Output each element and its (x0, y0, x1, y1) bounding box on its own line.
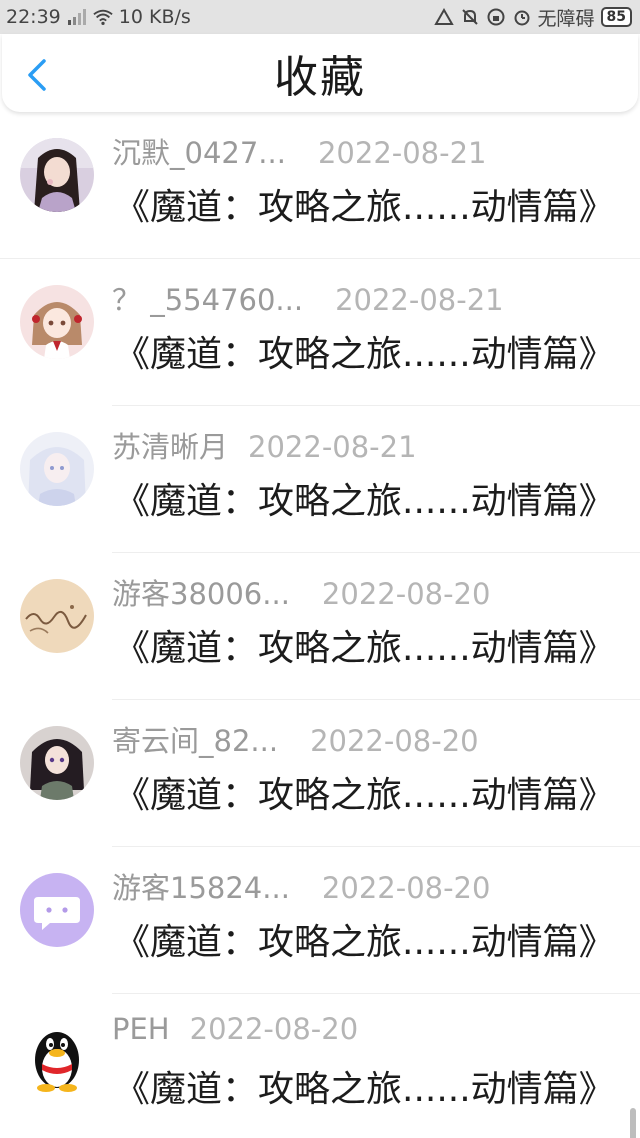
item-meta: 苏清晰月 2022-08-21 (112, 424, 417, 466)
user-name[interactable]: 沉默_0427... (112, 130, 286, 172)
scrollbar[interactable] (630, 1108, 636, 1138)
list-item[interactable]: 苏清晰月 2022-08-21 《魔道：攻略之旅......动情篇》 (0, 406, 640, 553)
item-meta: PEH 2022-08-20 (112, 1012, 358, 1046)
item-meta: 游客15824... 2022-08-20 (112, 865, 490, 907)
muted-bell-icon (460, 7, 480, 27)
item-meta: 沉默_0427... 2022-08-21 (112, 130, 487, 172)
app-header: 收藏 (2, 34, 638, 112)
sand-writing-icon (20, 579, 94, 653)
list-item[interactable]: PEH 2022-08-20 《魔道：攻略之旅......动情篇》 (0, 994, 640, 1138)
favorites-list: 沉默_0427... 2022-08-21 《魔道：攻略之旅......动情篇》… (0, 112, 640, 1138)
accessibility-label: 无障碍 (537, 7, 595, 30)
item-date: 2022-08-21 (248, 430, 417, 464)
chat-bubble-icon (20, 873, 94, 947)
status-bar: 22:39 10 KB/s 无障碍 85 (0, 0, 640, 34)
dark-anime-girl-icon (20, 726, 94, 800)
item-meta: ？ _554760... 2022-08-21 (112, 277, 504, 319)
battery-icon: 85 (600, 7, 632, 27)
list-item[interactable]: 游客15824... 2022-08-20 《魔道：攻略之旅......动情篇》 (0, 847, 640, 994)
item-meta: 游客38006... 2022-08-20 (112, 571, 490, 613)
avatar[interactable] (20, 579, 94, 653)
avatar[interactable] (20, 138, 94, 212)
avatar[interactable] (20, 432, 94, 506)
status-time: 22:39 (6, 6, 61, 28)
alarm-icon (512, 7, 532, 27)
list-item[interactable]: 游客38006... 2022-08-20 《魔道：攻略之旅......动情篇》 (0, 553, 640, 700)
item-date: 2022-08-20 (321, 577, 491, 611)
avatar[interactable] (20, 726, 94, 800)
item-date: 2022-08-21 (317, 136, 487, 170)
book-title[interactable]: 《魔道：攻略之旅......动情篇》 (114, 619, 615, 671)
white-hair-girl-icon (20, 432, 94, 506)
book-title[interactable]: 《魔道：攻略之旅......动情篇》 (114, 766, 615, 818)
book-title[interactable]: 《魔道：攻略之旅......动情篇》 (114, 325, 615, 377)
user-name[interactable]: PEH (112, 1012, 170, 1046)
lock-icon (486, 7, 506, 27)
list-item[interactable]: 寄云间_82... 2022-08-20 《魔道：攻略之旅......动情篇》 (0, 700, 640, 847)
item-meta: 寄云间_82... 2022-08-20 (112, 718, 479, 760)
avatar[interactable] (20, 873, 94, 947)
penguin-icon (20, 1020, 94, 1094)
signal-icon (67, 7, 87, 27)
net-speed: 10 KB/s (118, 6, 191, 28)
item-date: 2022-08-20 (189, 1012, 359, 1046)
item-date: 2022-08-20 (321, 871, 491, 905)
app-notification-icon (433, 7, 454, 27)
book-title[interactable]: 《魔道：攻略之旅......动情篇》 (114, 913, 615, 965)
user-name[interactable]: 游客38006... (112, 571, 290, 613)
user-name[interactable]: 寄云间_82... (112, 718, 278, 760)
page-title: 收藏 (274, 52, 366, 103)
item-date: 2022-08-20 (310, 724, 479, 758)
wifi-icon (93, 7, 113, 27)
book-title[interactable]: 《魔道：攻略之旅......动情篇》 (114, 1060, 615, 1112)
book-title[interactable]: 《魔道：攻略之旅......动情篇》 (114, 472, 615, 524)
battery-level: 85 (606, 9, 626, 25)
book-title[interactable]: 《魔道：攻略之旅......动情篇》 (114, 178, 615, 230)
avatar[interactable] (20, 1020, 94, 1094)
user-name[interactable]: 苏清晰月 (112, 424, 228, 466)
list-item[interactable]: 沉默_0427... 2022-08-21 《魔道：攻略之旅......动情篇》 (0, 112, 640, 259)
girl-portrait-icon (20, 138, 94, 212)
list-item[interactable]: ？ _554760... 2022-08-21 《魔道：攻略之旅......动情… (0, 259, 640, 406)
anime-girl-icon (20, 285, 94, 359)
user-name[interactable]: ？ _554760... (112, 277, 303, 319)
user-name[interactable]: 游客15824... (112, 865, 290, 907)
item-date: 2022-08-21 (335, 283, 504, 317)
avatar[interactable] (20, 285, 94, 359)
